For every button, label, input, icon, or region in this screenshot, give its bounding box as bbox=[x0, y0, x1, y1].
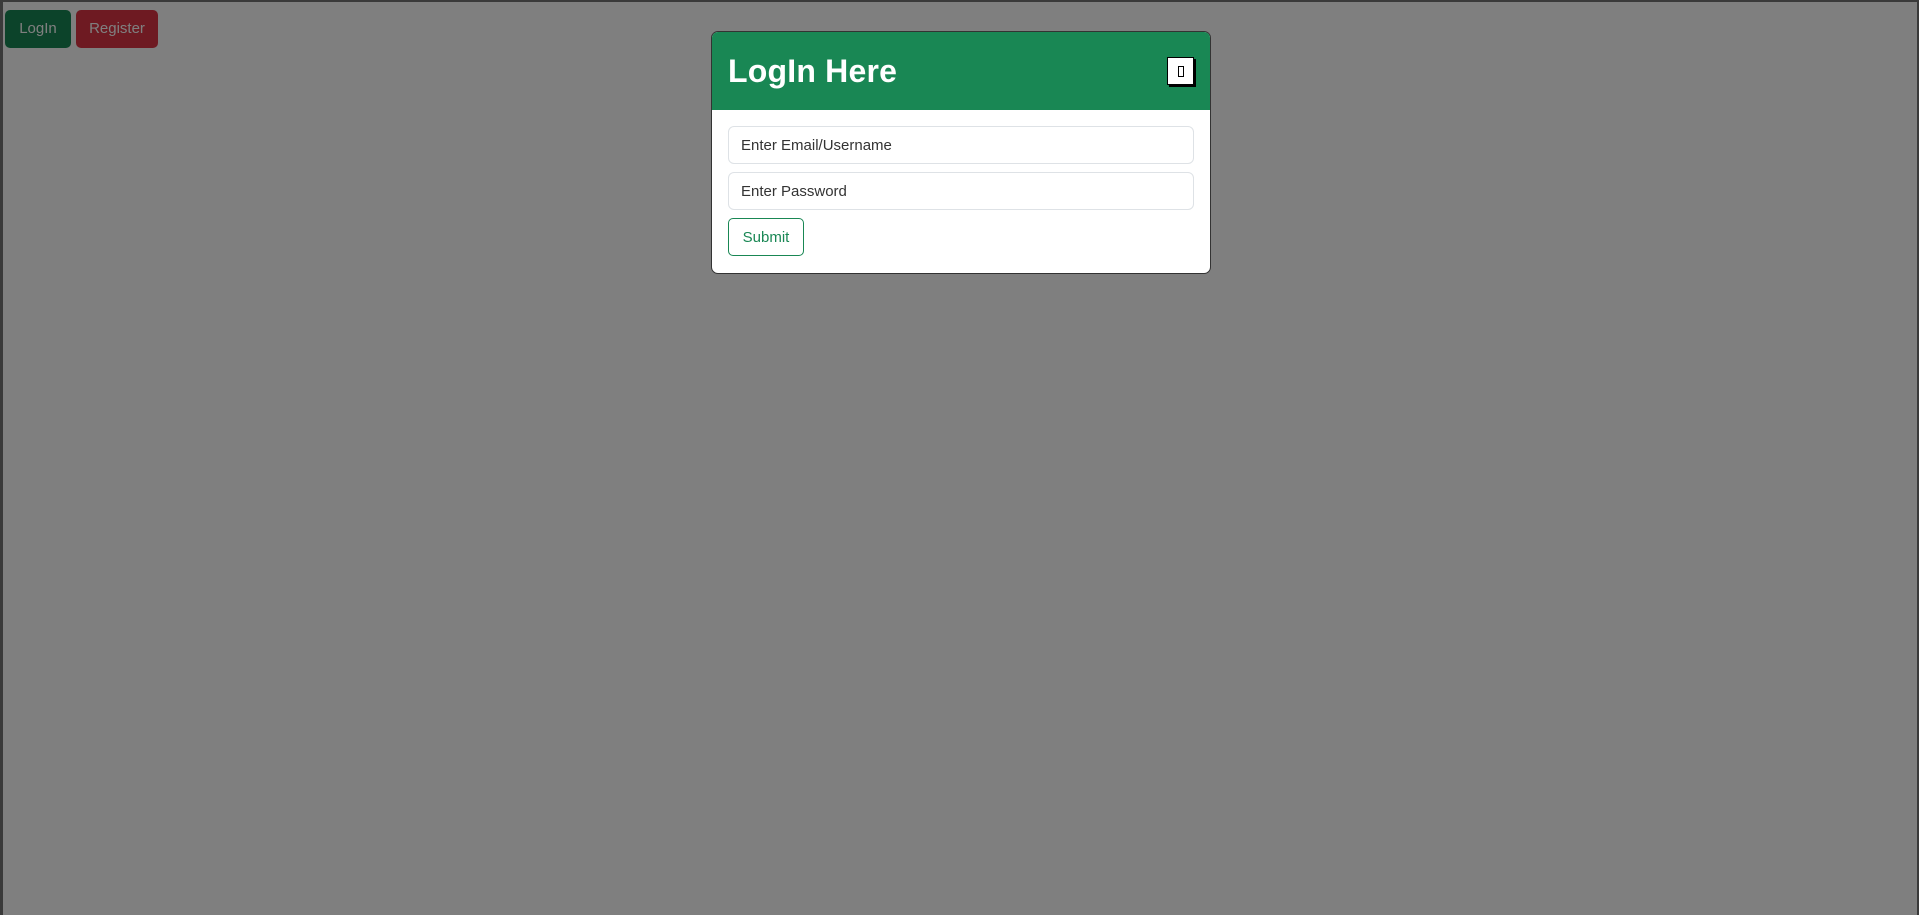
submit-button[interactable]: Submit bbox=[728, 218, 804, 256]
password-input[interactable] bbox=[728, 172, 1194, 210]
close-button[interactable] bbox=[1167, 57, 1194, 85]
modal-title: LogIn Here bbox=[728, 52, 898, 89]
email-username-input[interactable] bbox=[728, 126, 1194, 164]
modal-header: LogIn Here bbox=[712, 32, 1210, 110]
modal-body: Submit bbox=[712, 110, 1210, 272]
login-modal: LogIn Here Submit bbox=[711, 31, 1211, 274]
close-icon bbox=[1177, 65, 1184, 77]
page-viewport: LogIn Register LogIn Here Submit bbox=[3, 2, 1917, 915]
